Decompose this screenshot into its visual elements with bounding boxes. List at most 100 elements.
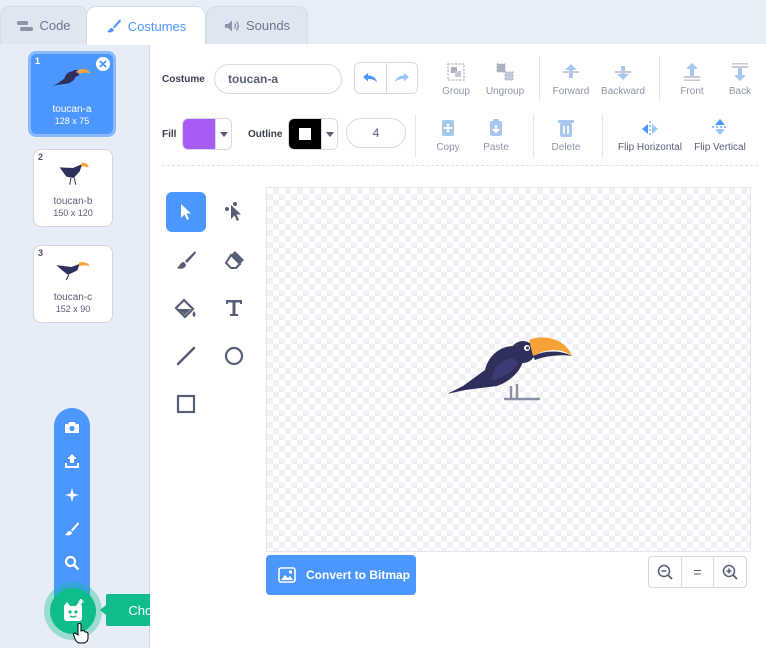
text-tool[interactable] [214, 288, 254, 328]
circle-tool[interactable] [214, 336, 254, 376]
backward-button[interactable]: Backward [595, 60, 651, 97]
toucan-thumbnail [52, 69, 91, 86]
circle-icon [224, 346, 244, 366]
zoom-in-icon [722, 564, 738, 580]
select-icon [181, 204, 191, 220]
redo-icon [394, 73, 409, 82]
front-label: Front [680, 86, 704, 97]
chevron-down-icon [325, 131, 334, 137]
forward-label: Forward [552, 86, 590, 97]
costume-icon [64, 599, 84, 621]
sparkle-icon [65, 488, 79, 502]
toucan-sprite [447, 337, 572, 401]
delete-button[interactable]: Delete [538, 116, 594, 153]
convert-to-bitmap-label: Convert to Bitmap [306, 568, 411, 582]
fill-icon [174, 298, 196, 319]
zoom-reset-button[interactable]: = [680, 557, 714, 587]
ungroup-icon [496, 63, 514, 81]
costume-size: 150 x 120 [53, 208, 93, 218]
flip-vertical-icon [712, 119, 728, 135]
camera-icon [65, 422, 79, 433]
brush-tool[interactable] [166, 240, 206, 280]
costume-size: 128 x 75 [54, 116, 90, 126]
reshape-tool[interactable] [214, 192, 254, 232]
costume-card-2[interactable]: 2 toucan-b 150 x 120 [33, 149, 113, 227]
flip-horizontal-label: Flip Horizontal [618, 142, 682, 153]
fill-swatch [183, 119, 215, 149]
paint-canvas[interactable] [266, 187, 751, 552]
tab-sounds[interactable]: Sounds [206, 6, 308, 44]
fill-tool[interactable] [166, 288, 206, 328]
flip-vertical-button[interactable]: Flip Vertical [688, 116, 752, 153]
divider [659, 56, 660, 100]
back-icon [732, 63, 748, 81]
paste-icon [490, 119, 502, 136]
group-button[interactable]: Group [428, 60, 484, 97]
divider [533, 114, 534, 158]
delete-costume-button[interactable] [96, 57, 110, 71]
paste-button[interactable]: Paste [468, 116, 524, 153]
tab-code[interactable]: Code [0, 6, 88, 44]
ungroup-button[interactable]: Ungroup [477, 60, 533, 97]
text-icon [226, 300, 242, 316]
costume-number: 2 [38, 152, 44, 162]
costume-label: Costume [162, 74, 205, 85]
tab-sounds-label: Sounds [245, 18, 291, 33]
upload-costume-button[interactable] [54, 446, 90, 476]
undo-icon [363, 73, 378, 82]
costume-name-input[interactable]: toucan-a [214, 64, 342, 94]
redo-button[interactable] [387, 63, 418, 93]
trash-icon [558, 120, 574, 137]
outline-color-picker[interactable] [288, 118, 338, 150]
zoom-in-button[interactable] [713, 557, 746, 587]
search-costume-button[interactable] [54, 548, 90, 578]
paint-button[interactable] [54, 514, 90, 544]
copy-label: Copy [436, 142, 460, 153]
line-tool[interactable] [166, 336, 206, 376]
surprise-button[interactable] [54, 480, 90, 510]
backward-icon [615, 66, 631, 80]
divider [602, 114, 603, 158]
outline-width-input[interactable]: 4 [346, 118, 406, 148]
costume-name: toucan-a [52, 104, 92, 115]
code-icon [17, 20, 34, 31]
costume-card-3[interactable]: 3 toucan-c 152 x 90 [33, 245, 113, 323]
costume-number: 3 [38, 248, 44, 258]
camera-button[interactable] [54, 412, 90, 442]
divider [415, 114, 416, 158]
fill-color-picker[interactable] [182, 118, 232, 150]
brush-icon [177, 251, 196, 269]
ungroup-label: Ungroup [485, 86, 525, 97]
flip-horizontal-button[interactable]: Flip Horizontal [614, 116, 686, 153]
search-icon [64, 555, 80, 571]
zoom-out-icon [657, 564, 673, 580]
choose-costume-menu [54, 408, 90, 604]
convert-to-bitmap-button[interactable]: Convert to Bitmap [266, 555, 416, 595]
fill-label: Fill [162, 129, 177, 140]
group-label: Group [442, 86, 470, 97]
flip-vertical-label: Flip Vertical [694, 142, 746, 153]
paste-label: Paste [483, 142, 509, 153]
toucan-thumbnail [56, 262, 90, 281]
speaker-icon [224, 20, 239, 31]
costume-card-1[interactable]: 1 toucan-a 128 x 75 [28, 51, 116, 137]
outline-label: Outline [248, 129, 283, 140]
eraser-icon [224, 251, 244, 269]
zoom-controls: = [648, 556, 747, 588]
toolbar-divider [162, 165, 758, 166]
flip-horizontal-icon [642, 121, 658, 137]
back-button[interactable]: Back [712, 60, 766, 97]
eraser-tool[interactable] [214, 240, 254, 280]
zoom-out-button[interactable] [649, 557, 681, 587]
zoom-reset-label: = [693, 564, 702, 580]
tab-costumes[interactable]: Costumes [86, 6, 206, 45]
paintbrush-icon [65, 522, 79, 536]
costume-number: 1 [35, 56, 41, 66]
select-tool[interactable] [166, 192, 206, 232]
undo-button[interactable] [355, 63, 387, 93]
forward-button[interactable]: Forward [543, 60, 599, 97]
delete-label: Delete [551, 142, 581, 153]
rectangle-tool[interactable] [166, 384, 206, 424]
costume-size: 152 x 90 [55, 304, 91, 314]
costume-name: toucan-b [53, 196, 93, 207]
